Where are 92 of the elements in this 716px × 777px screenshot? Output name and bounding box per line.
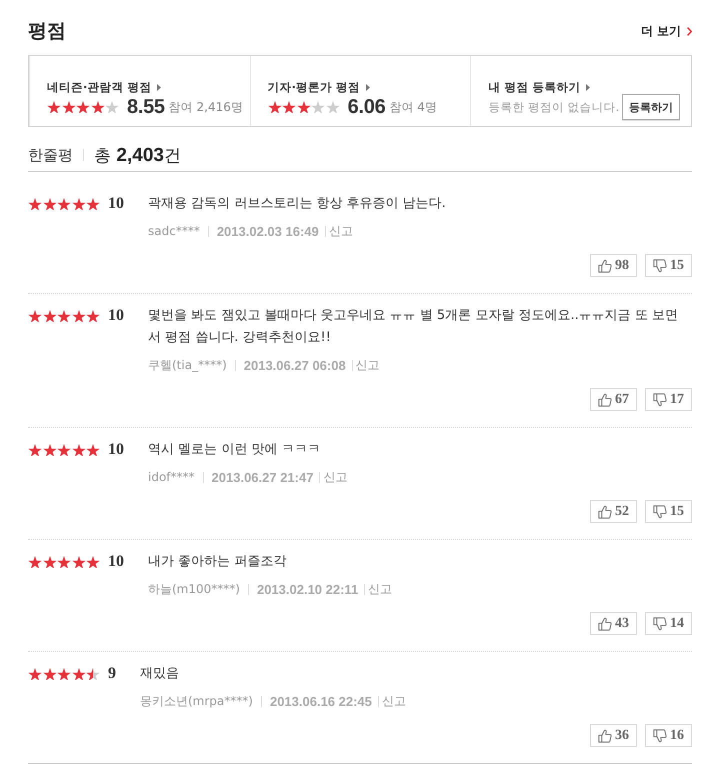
review-text: 몇번을 봐도 잼있고 볼때마다 웃고우네요 ㅠㅠ 별 5개론 모자랄 정도에요..ㅠㅠ지금 또 보면서 평점 씁니다. 강력추천이요!! — [148, 307, 679, 347]
review-text: 역시 멜로는 이런 맛에 ㅋㅋㅋ — [148, 441, 322, 459]
star-icon — [268, 100, 282, 114]
register-rating-link[interactable]: 내 평점 등록하기 — [488, 79, 590, 95]
star-icon — [42, 556, 56, 568]
star-icon — [42, 310, 56, 322]
star-icon — [72, 198, 86, 210]
like-button[interactable]: 52 — [590, 500, 637, 523]
author-name: 하늘(m100****) — [148, 580, 240, 598]
chevron-right-icon — [687, 26, 692, 36]
like-button[interactable]: 36 — [590, 724, 637, 747]
star-icon — [57, 556, 71, 568]
review-total: 총 2,403건 — [94, 144, 181, 166]
thumbs-down-icon — [653, 504, 667, 518]
review-text: 내가 좋아하는 퍼즐조각 — [148, 553, 288, 571]
star-icon — [28, 444, 42, 456]
review-date: 2013.06.27 21:47 — [212, 470, 314, 484]
review-date: 2013.06.16 22:45 — [270, 694, 372, 708]
author-name: sadc**** — [148, 224, 200, 238]
star-icon — [72, 668, 86, 680]
star-icon — [72, 556, 86, 568]
review-score: 9 — [108, 665, 116, 683]
star-icon — [86, 310, 100, 322]
review-score: 10 — [108, 307, 124, 325]
like-button[interactable]: 43 — [590, 612, 637, 635]
star-icon — [57, 668, 71, 680]
average-score: 6.06 — [348, 96, 386, 118]
register-button[interactable]: 등록하기 — [622, 94, 680, 120]
thumbs-down-icon — [653, 728, 667, 742]
dislike-button[interactable]: 14 — [645, 612, 692, 635]
review-score: 10 — [108, 553, 124, 571]
star-icon — [47, 100, 61, 114]
thumbs-up-icon — [598, 728, 612, 742]
star-icon — [105, 100, 119, 114]
star-icon — [28, 668, 42, 680]
thumbs-down-icon — [653, 616, 667, 630]
author-name: 몽키소년(mrpa****) — [140, 692, 253, 710]
star-icon — [62, 100, 76, 114]
star-icon — [326, 100, 340, 114]
author-name: 쿠헬(tia_****) — [148, 356, 227, 374]
section-title: 평점 — [28, 19, 66, 43]
thumbs-up-icon — [598, 616, 612, 630]
star-icon — [72, 444, 86, 456]
author-name: idof**** — [148, 470, 195, 484]
star-icon — [282, 100, 296, 114]
thumbs-down-icon — [653, 392, 667, 406]
thumbs-up-icon — [598, 258, 612, 272]
participant-count: 참여 4명 — [389, 98, 437, 116]
section-label: 한줄평 — [28, 146, 73, 164]
dislike-button[interactable]: 15 — [645, 500, 692, 523]
more-link[interactable]: 더 보기 — [640, 23, 692, 39]
review-text: 재밌음 — [140, 665, 180, 683]
star-icon — [72, 310, 86, 322]
average-score: 8.55 — [127, 96, 165, 118]
star-icon — [90, 100, 104, 114]
review-date: 2013.06.27 06:08 — [244, 358, 346, 372]
star-icon — [296, 100, 311, 114]
review-score: 10 — [108, 441, 124, 459]
dislike-button[interactable]: 16 — [645, 724, 692, 747]
star-icon — [311, 100, 326, 114]
star-icon — [86, 444, 100, 456]
rating-category-link[interactable]: 네티즌·관람객 평점 — [47, 79, 162, 95]
star-icon — [57, 198, 71, 210]
star-icon — [42, 198, 56, 210]
thumbs-down-icon — [653, 258, 667, 272]
star-icon — [42, 668, 56, 680]
dislike-button[interactable]: 17 — [645, 388, 692, 411]
star-icon — [28, 556, 42, 568]
caret-right-icon — [157, 84, 162, 90]
star-icon — [76, 100, 90, 114]
star-icon — [42, 444, 56, 456]
review-score: 10 — [108, 195, 124, 213]
review-text: 곽재용 감독의 러브스토리는 항상 후유증이 남는다. — [148, 195, 447, 213]
star-icon — [86, 668, 100, 680]
like-button[interactable]: 67 — [590, 388, 637, 411]
star-icon — [57, 310, 71, 322]
star-icon — [28, 198, 42, 210]
participant-count: 참여 2,416명 — [168, 98, 243, 116]
empty-message: 등록한 평점이 없습니다. — [488, 100, 620, 114]
star-icon — [86, 198, 100, 210]
review-date: 2013.02.03 16:49 — [216, 224, 319, 238]
star-icon — [86, 556, 100, 568]
dislike-button[interactable]: 15 — [645, 254, 692, 277]
star-icon — [28, 310, 42, 322]
review-date: 2013.02.10 22:11 — [256, 582, 358, 596]
like-button[interactable]: 98 — [590, 254, 637, 277]
star-icon — [57, 444, 71, 456]
thumbs-up-icon — [598, 392, 612, 406]
caret-right-icon — [366, 84, 370, 90]
rating-category-link[interactable]: 기자·평론가 평점 — [268, 79, 370, 95]
thumbs-up-icon — [598, 504, 612, 518]
caret-right-icon — [586, 84, 590, 90]
